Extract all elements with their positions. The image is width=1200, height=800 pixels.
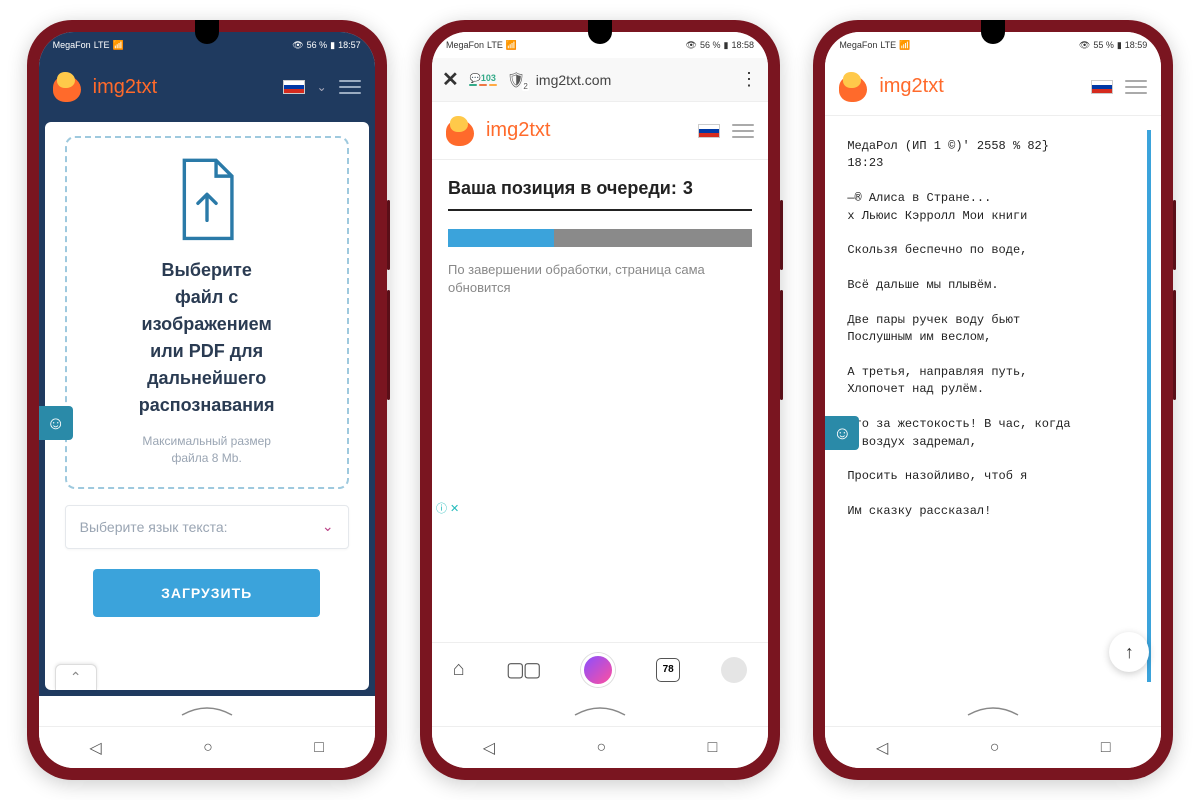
- carrier-label: MegaFon: [446, 40, 484, 50]
- app-header: img2txt ⌄: [39, 58, 375, 116]
- close-icon[interactable]: ✕: [442, 67, 459, 92]
- lte-icon: LTE: [487, 40, 503, 50]
- carrier-label: MegaFon: [53, 40, 91, 50]
- language-flag[interactable]: [283, 80, 305, 94]
- back-button[interactable]: ◁: [876, 738, 888, 758]
- battery-label: 55 %: [1093, 40, 1114, 50]
- battery-label: 56 %: [307, 40, 328, 50]
- clock-label: 18:59: [1125, 40, 1148, 50]
- phone-2: MegaFon LTE 📶 👁 56 % ▮ 18:58 ✕ 💬103 🛡2 i…: [420, 20, 780, 780]
- browser-bottom-nav: ⌂ ▢▢ 78: [432, 642, 768, 696]
- notch: [981, 20, 1005, 44]
- url-label[interactable]: img2txt.com: [536, 72, 730, 88]
- carrier-label: MegaFon: [839, 40, 877, 50]
- system-nav: ◁ ○ □: [432, 726, 768, 768]
- logo-icon: [53, 72, 87, 102]
- clock-label: 18:57: [338, 40, 361, 50]
- recents-button[interactable]: □: [708, 739, 718, 757]
- home-button[interactable]: ○: [203, 739, 213, 757]
- back-button[interactable]: ◁: [89, 738, 101, 758]
- logo[interactable]: img2txt: [53, 72, 157, 102]
- recents-button[interactable]: □: [1101, 739, 1111, 757]
- comments-indicator[interactable]: 💬103: [469, 73, 497, 86]
- back-button[interactable]: ◁: [483, 738, 495, 758]
- chevron-down-icon[interactable]: ⌄: [317, 80, 327, 94]
- home-button[interactable]: ○: [990, 739, 1000, 757]
- logo[interactable]: img2txt: [446, 116, 550, 146]
- menu-button[interactable]: [339, 80, 361, 94]
- notch: [588, 20, 612, 44]
- battery-label: 56 %: [700, 40, 721, 50]
- lte-icon: LTE: [880, 40, 896, 50]
- battery-icon: ▮: [330, 40, 335, 51]
- app-header: img2txt: [432, 102, 768, 160]
- menu-button[interactable]: [1125, 80, 1147, 94]
- language-select[interactable]: Выберите язык текста: ⌄: [65, 505, 349, 549]
- system-nav: ◁ ○ □: [825, 726, 1161, 768]
- progress-bar: [448, 229, 752, 247]
- queue-note: По завершении обработки, страница сама о…: [448, 261, 752, 297]
- ocr-result-text[interactable]: МедаРол (ИП 1 ©)' 2558 % 82} 18:23 —® Ал…: [847, 130, 1151, 682]
- battery-icon: ▮: [724, 40, 729, 51]
- eye-icon: 👁: [686, 40, 697, 51]
- browser-toolbar: ✕ 💬103 🛡2 img2txt.com ⋮: [432, 58, 768, 102]
- ad-close-icon[interactable]: ⓘ ✕: [436, 500, 459, 516]
- queue-title: Ваша позиция в очереди:: [448, 178, 677, 199]
- shield-icon[interactable]: 🛡2: [507, 71, 526, 89]
- apps-icon[interactable]: ▢▢: [506, 657, 540, 682]
- progress-fill: [448, 229, 554, 247]
- upload-subtitle: Максимальный размер файла 8 Mb.: [142, 433, 271, 467]
- notch: [195, 20, 219, 44]
- home-indicator: [825, 696, 1161, 726]
- logo-icon: [839, 72, 873, 102]
- upload-title: Выберите файл с изображением или PDF для…: [139, 257, 275, 419]
- chevron-down-icon: ⌄: [322, 518, 334, 535]
- upload-button[interactable]: ЗАГРУЗИТЬ: [93, 569, 320, 617]
- signal-icon: 📶: [506, 40, 517, 51]
- app-header: img2txt: [825, 58, 1161, 116]
- signal-icon: 📶: [899, 40, 910, 51]
- chat-widget[interactable]: ☺: [39, 406, 73, 440]
- queue-position: 3: [683, 178, 693, 199]
- alice-button[interactable]: [581, 653, 615, 687]
- upload-dropzone[interactable]: Выберите файл с изображением или PDF для…: [65, 136, 349, 489]
- phone-3: MegaFon LTE 📶 👁 55 % ▮ 18:59 img2txt ☺: [813, 20, 1173, 780]
- language-flag[interactable]: [698, 124, 720, 138]
- home-icon[interactable]: ⌂: [453, 658, 465, 681]
- home-indicator: [39, 696, 375, 726]
- profile-avatar[interactable]: [721, 657, 747, 683]
- language-flag[interactable]: [1091, 80, 1113, 94]
- logo-text: img2txt: [879, 75, 943, 98]
- home-button[interactable]: ○: [596, 739, 606, 757]
- menu-button[interactable]: [732, 124, 754, 138]
- system-nav: ◁ ○ □: [39, 726, 375, 768]
- eye-icon: 👁: [292, 40, 303, 51]
- home-indicator: [432, 696, 768, 726]
- recents-button[interactable]: □: [314, 739, 324, 757]
- tabs-button[interactable]: 78: [656, 658, 680, 682]
- collapse-tab[interactable]: ⌃: [55, 664, 97, 690]
- clock-label: 18:58: [731, 40, 754, 50]
- signal-icon: 📶: [113, 40, 124, 51]
- chat-widget[interactable]: ☺: [825, 416, 859, 450]
- phone-1: MegaFon LTE 📶 👁 56 % ▮ 18:57 img2txt ⌄: [27, 20, 387, 780]
- upload-file-icon: [172, 158, 242, 243]
- battery-icon: ▮: [1117, 40, 1122, 51]
- eye-icon: 👁: [1079, 40, 1090, 51]
- logo-text: img2txt: [93, 76, 157, 99]
- logo[interactable]: img2txt: [839, 72, 943, 102]
- logo-icon: [446, 116, 480, 146]
- lte-icon: LTE: [94, 40, 110, 50]
- logo-text: img2txt: [486, 119, 550, 142]
- kebab-menu-icon[interactable]: ⋮: [740, 69, 758, 90]
- language-placeholder: Выберите язык текста:: [80, 519, 228, 535]
